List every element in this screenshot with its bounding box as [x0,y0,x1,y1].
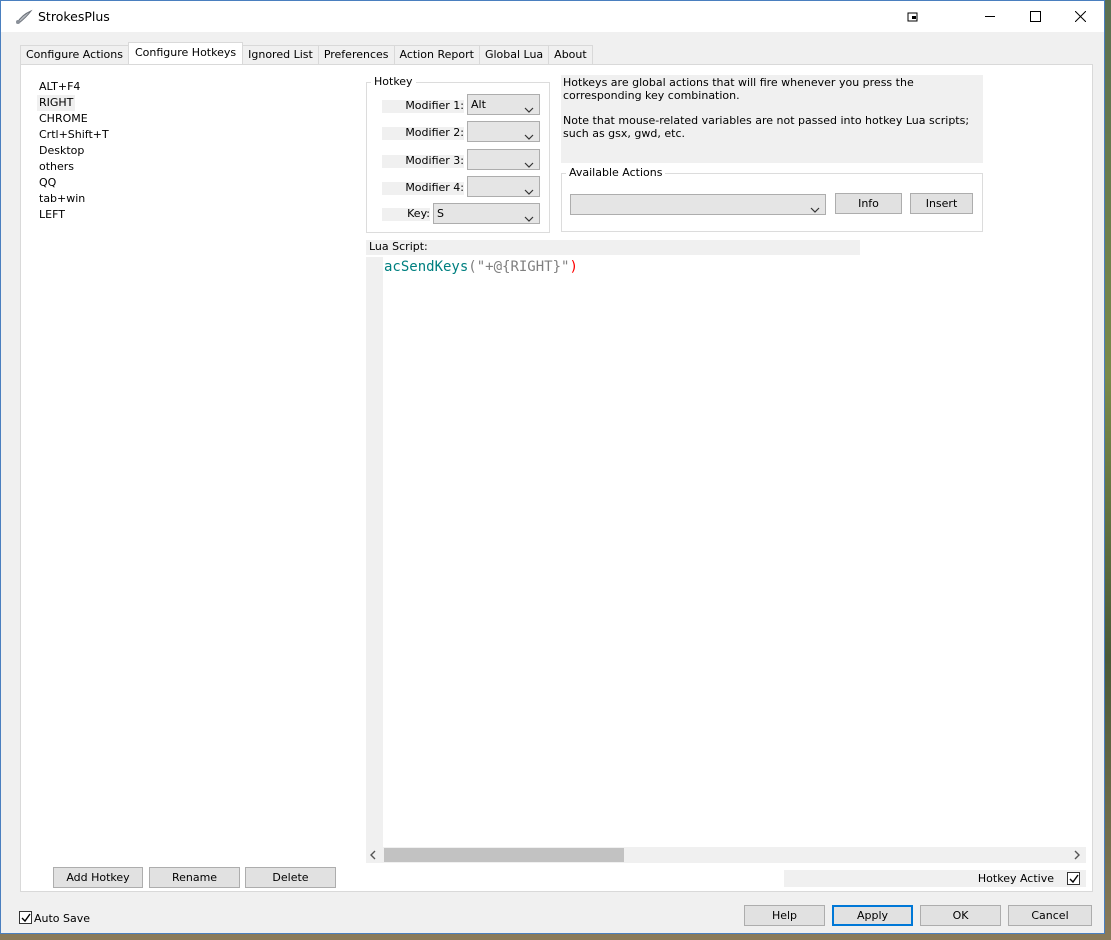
chevron-down-icon [810,201,820,213]
available-actions-groupbox: Available Actions Info Insert [561,166,983,232]
info-button[interactable]: Info [835,193,902,214]
hotkey-active-bar: Hotkey Active [784,870,1086,887]
auto-save-checkbox[interactable] [19,911,32,924]
help-line-2: Note that mouse-related variables are no… [563,114,970,140]
hotkey-groupbox: Hotkey Modifier 1: Alt Modifier 2: Modif… [366,75,550,233]
checkmark-icon [1069,874,1079,884]
close-button[interactable] [1057,1,1103,32]
hotkey-list[interactable]: ALT+F4 RIGHT CHROME Crtl+Shift+T Desktop… [37,79,357,223]
lua-code-line[interactable]: acSendKeys("+@{RIGHT}") [384,259,578,275]
cancel-button[interactable]: Cancel [1008,905,1092,926]
modifier1-select[interactable]: Alt [467,94,540,115]
list-item[interactable]: LEFT [37,207,357,223]
chevron-down-icon [524,128,534,140]
tab-strip: Configure Actions Configure Hotkeys Igno… [20,42,593,64]
modifier1-value: Alt [471,98,486,111]
key-value: S [437,207,444,220]
brush-icon [15,9,33,25]
available-actions-legend: Available Actions [566,166,666,179]
list-item[interactable]: tab+win [37,191,357,207]
modifier4-label: Modifier 4: [405,181,464,194]
list-item[interactable]: ALT+F4 [37,79,357,95]
list-item[interactable]: QQ [37,175,357,191]
modifier2-label: Modifier 2: [405,126,464,139]
horizontal-scrollbar[interactable] [366,847,1086,863]
list-item[interactable]: others [37,159,357,175]
close-icon [1074,11,1086,22]
scrollbar-thumb[interactable] [384,848,624,862]
lua-script-editor[interactable]: acSendKeys("+@{RIGHT}") [366,257,1086,863]
checkmark-icon [21,913,31,923]
lua-function-token: acSendKeys [384,259,469,275]
configure-hotkeys-page: ALT+F4 RIGHT CHROME Crtl+Shift+T Desktop… [20,64,1093,892]
title-bar[interactable]: StrokesPlus [1,1,1104,32]
tab-about[interactable]: About [548,45,593,64]
list-item[interactable]: CHROME [37,111,357,127]
key-label: Key: [407,207,430,220]
minimize-button[interactable] [967,1,1013,32]
add-hotkey-button[interactable]: Add Hotkey [53,867,143,888]
tab-configure-actions[interactable]: Configure Actions [20,45,129,64]
lua-script-label: Lua Script: [366,240,860,255]
insert-button[interactable]: Insert [910,193,973,214]
minimize-icon [984,11,996,22]
scroll-right-icon[interactable] [1072,850,1082,860]
key-select[interactable]: S [433,203,540,224]
modifier1-label: Modifier 1: [405,99,464,112]
modifier2-select[interactable] [467,121,540,142]
hotkey-active-checkbox[interactable] [1067,872,1080,885]
scroll-left-icon[interactable] [369,850,379,860]
list-item-selected[interactable]: RIGHT [37,95,76,111]
available-actions-select[interactable] [570,194,826,215]
restore-window-icon [907,11,919,23]
restore-window-button[interactable] [890,1,936,32]
tab-preferences[interactable]: Preferences [317,45,395,64]
modifier3-select[interactable] [467,149,540,170]
help-line-1: Hotkeys are global actions that will fir… [563,76,914,102]
strokesplus-window: StrokesPlus Configure Actions Configure … [0,0,1105,934]
list-item[interactable]: Crtl+Shift+T [37,127,357,143]
lua-string-token: "+@{RIGHT}" [476,259,570,275]
window-title: StrokesPlus [38,9,110,24]
list-item[interactable]: Desktop [37,143,357,159]
tab-global-lua[interactable]: Global Lua [478,45,550,64]
hotkey-help-text: Hotkeys are global actions that will fir… [561,75,983,163]
modifier4-select[interactable] [467,176,540,197]
maximize-button[interactable] [1012,1,1058,32]
chevron-down-icon [524,210,534,222]
ok-button[interactable]: OK [920,905,1001,926]
chevron-down-icon [524,183,534,195]
tab-action-report[interactable]: Action Report [393,45,480,64]
editor-gutter [366,257,383,847]
lua-close-paren-token: ) [569,259,578,275]
tab-ignored-list[interactable]: Ignored List [242,45,319,64]
auto-save-label: Auto Save [34,912,91,925]
apply-button[interactable]: Apply [832,905,913,926]
modifier3-label: Modifier 3: [405,154,464,167]
maximize-icon [1029,11,1041,22]
delete-button[interactable]: Delete [245,867,336,888]
rename-button[interactable]: Rename [149,867,240,888]
chevron-down-icon [524,101,534,113]
help-button[interactable]: Help [744,905,825,926]
hotkey-group-legend: Hotkey [371,75,416,88]
hotkey-active-label: Hotkey Active [977,872,1054,885]
chevron-down-icon [524,156,534,168]
lua-open-paren-token: ( [468,259,477,275]
tab-configure-hotkeys[interactable]: Configure Hotkeys [128,42,244,64]
